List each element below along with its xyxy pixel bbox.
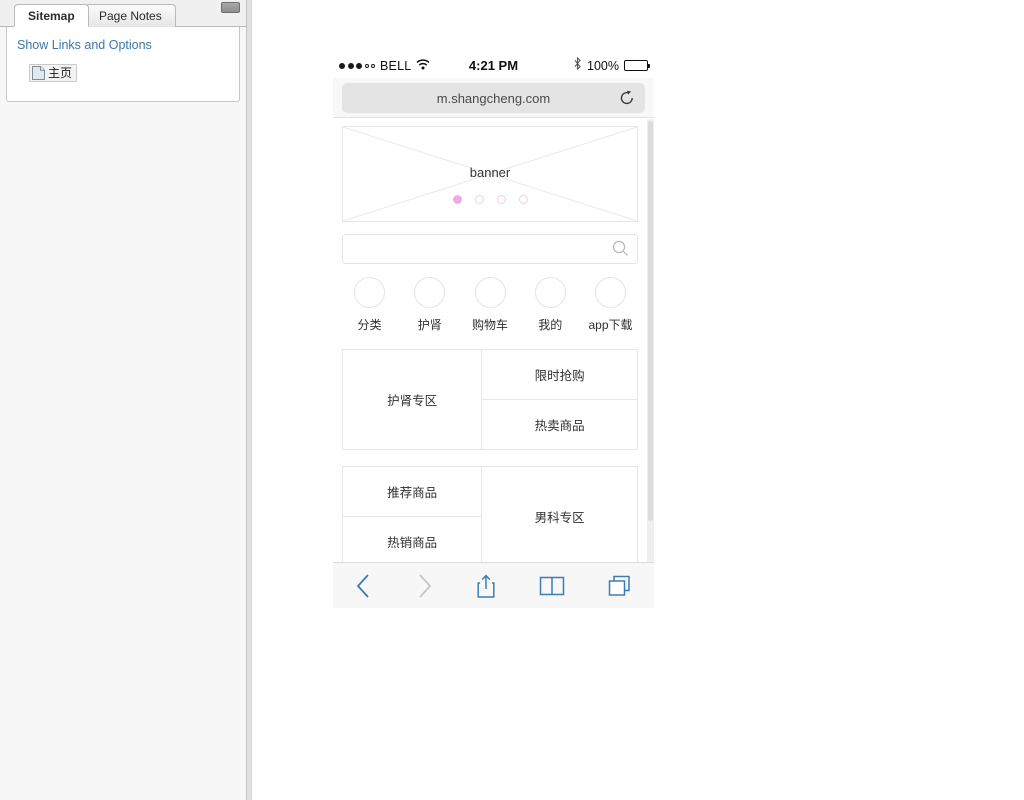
browser-chrome: m.shangcheng.com [333, 78, 654, 118]
search-input[interactable] [342, 234, 638, 264]
quicknav-label: 分类 [357, 318, 382, 332]
status-bar-right: 100% [573, 53, 650, 78]
url-bar[interactable]: m.shangcheng.com [342, 83, 645, 113]
wireframe-canvas: BELL 4:21 PM 100% m.shangcheng.com banne… [253, 0, 1024, 800]
quick-nav: 分类 护肾 购物车 我的 app下载 [341, 277, 639, 333]
url-text: m.shangcheng.com [436, 90, 551, 106]
sidebar-resize-handle[interactable] [246, 0, 252, 800]
download-icon [595, 277, 626, 308]
banner-dot-1[interactable] [452, 195, 462, 204]
profile-icon [534, 277, 566, 308]
page-scrollbar-thumb[interactable] [648, 121, 653, 521]
category-block-left: 护肾专区 [343, 350, 481, 449]
quicknav-label: 护肾 [417, 318, 442, 332]
forward-button[interactable] [415, 573, 434, 599]
quicknav-label: 购物车 [471, 318, 508, 332]
category-block: 推荐商品 热销商品 男科专区 [342, 466, 638, 562]
tab-page-notes[interactable]: Page Notes [85, 4, 176, 27]
banner-dot-2[interactable] [474, 195, 484, 204]
category-block-left: 推荐商品 热销商品 [343, 467, 482, 562]
page-viewport: banner 分类 护肾 购物车 我的 app下载 护肾专区 限时抢购 热卖商品… [333, 119, 654, 562]
page-icon [32, 66, 45, 80]
quicknav-item-category[interactable]: 分类 [341, 277, 398, 333]
page-content: banner 分类 护肾 购物车 我的 app下载 护肾专区 限时抢购 热卖商品… [333, 119, 647, 562]
category-block-right: 男科专区 [481, 467, 637, 562]
battery-percent-label: 100% [587, 58, 619, 73]
quicknav-item-cart[interactable]: 购物车 [462, 277, 519, 333]
page-scrollbar[interactable] [647, 119, 654, 562]
search-icon[interactable] [612, 240, 629, 257]
sitemap-tree: 主页 [29, 64, 78, 85]
banner-pagination [343, 195, 637, 204]
quicknav-label: 我的 [538, 318, 563, 332]
sitemap-node-home[interactable]: 主页 [29, 64, 78, 82]
quicknav-item-app-download[interactable]: app下载 [582, 277, 639, 333]
sidebar-tabstrip: Sitemap Page Notes [0, 0, 246, 27]
reload-icon[interactable] [619, 90, 635, 106]
share-button[interactable] [475, 573, 497, 599]
banner-placeholder[interactable]: banner [342, 126, 638, 222]
battery-full-icon [624, 60, 650, 71]
category-cell[interactable]: 护肾专区 [343, 350, 481, 449]
back-button[interactable] [354, 573, 373, 599]
bluetooth-icon [573, 56, 582, 75]
sitemap-sidebar: Sitemap Page Notes Show Links and Option… [0, 0, 246, 800]
quicknav-item-profile[interactable]: 我的 [522, 277, 579, 333]
bookmarks-button[interactable] [539, 575, 565, 597]
banner-dot-3[interactable] [496, 195, 506, 204]
category-block-right: 限时抢购 热卖商品 [481, 350, 637, 449]
tab-sitemap[interactable]: Sitemap [14, 4, 89, 27]
category-cell[interactable]: 男科专区 [482, 467, 637, 562]
sitemap-node-label: 主页 [48, 66, 73, 80]
collapse-panel-button[interactable] [221, 2, 240, 13]
tabs-button[interactable] [607, 574, 633, 598]
category-cell[interactable]: 热卖商品 [482, 400, 637, 449]
phone-mockup: BELL 4:21 PM 100% m.shangcheng.com banne… [333, 53, 654, 628]
category-cell[interactable]: 热销商品 [343, 517, 481, 562]
sitemap-panel: Show Links and Options 主页 [6, 27, 240, 102]
banner-label: banner [469, 165, 511, 180]
banner-dot-4[interactable] [518, 195, 528, 204]
kidney-care-icon [414, 277, 446, 308]
category-cell[interactable]: 限时抢购 [482, 350, 637, 400]
phone-status-bar: BELL 4:21 PM 100% [333, 53, 654, 78]
show-links-and-options-link[interactable]: Show Links and Options [17, 38, 152, 52]
cart-icon [474, 277, 506, 308]
quicknav-item-kidney-care[interactable]: 护肾 [401, 277, 458, 333]
quicknav-label: app下载 [588, 318, 633, 332]
category-cell[interactable]: 推荐商品 [343, 467, 482, 517]
category-icon [354, 277, 385, 308]
search-row [342, 234, 638, 264]
browser-toolbar [333, 562, 654, 608]
category-block: 护肾专区 限时抢购 热卖商品 [342, 349, 638, 450]
